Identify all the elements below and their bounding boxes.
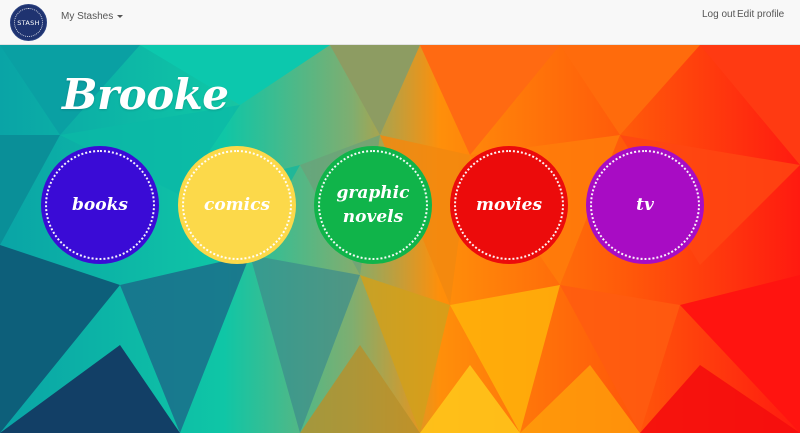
- stash-books[interactable]: books: [41, 146, 159, 264]
- logout-link[interactable]: Log out: [702, 9, 735, 20]
- edit-profile-link[interactable]: Edit profile: [737, 9, 784, 20]
- stash-movies[interactable]: movies: [450, 146, 568, 264]
- navbar: STASH My Stashes Log out Edit profile: [0, 0, 800, 45]
- stash-tv[interactable]: tv: [586, 146, 704, 264]
- stash-label-comics: comics: [203, 195, 271, 215]
- stash-label-movies: movies: [475, 195, 543, 215]
- stash-logo[interactable]: STASH: [10, 4, 47, 41]
- stash-label-tv: tv: [636, 195, 654, 215]
- logo-ring: [14, 8, 43, 37]
- hero-section: Brooke books comics graphic novels movie…: [0, 45, 800, 433]
- user-name-heading: Brooke: [62, 70, 229, 119]
- caret-down-icon: [117, 14, 124, 18]
- stash-label-graphic-novels: graphic novels: [336, 183, 410, 227]
- my-stashes-dropdown[interactable]: My Stashes: [61, 9, 124, 23]
- my-stashes-label: My Stashes: [61, 10, 114, 22]
- stash-comics[interactable]: comics: [178, 146, 296, 264]
- stash-graphic-novels[interactable]: graphic novels: [314, 146, 432, 264]
- stash-label-books: books: [72, 195, 128, 215]
